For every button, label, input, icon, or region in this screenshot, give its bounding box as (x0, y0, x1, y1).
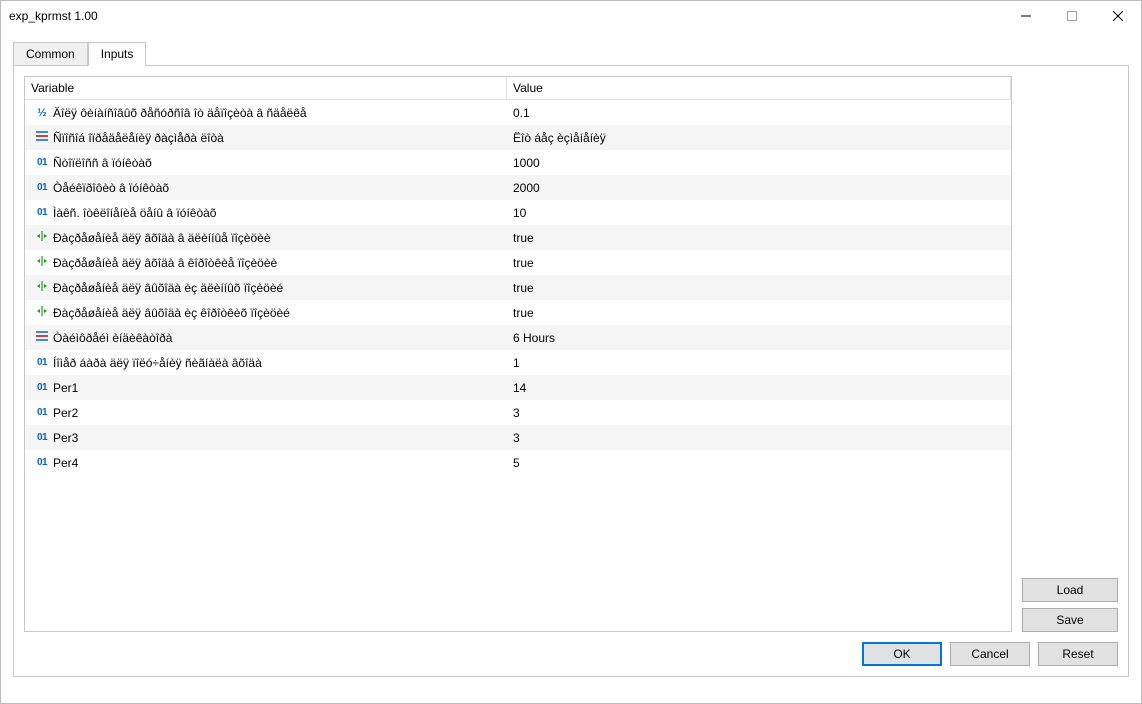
variable-value[interactable]: 6 Hours (513, 331, 555, 345)
variable-name: Òåéêïðîôèò â ïóíêòàõ (53, 181, 169, 195)
variable-name: Per2 (53, 406, 78, 420)
integer-icon: 01 (37, 432, 47, 443)
variable-value[interactable]: true (513, 281, 534, 295)
variable-value[interactable]: true (513, 256, 534, 270)
variable-name: Per4 (53, 456, 78, 470)
variable-name: Ìàêñ. îòêëîíåíèå öåíû â ïóíêòàõ (53, 206, 216, 220)
variable-name: Ñòîïëîññ â ïóíêòàõ (53, 156, 152, 170)
titlebar: exp_kprmst 1.00 (1, 1, 1141, 31)
window-controls (1003, 1, 1141, 31)
table-row[interactable]: 01 Per2 3 (25, 400, 1011, 425)
footer-buttons: OK Cancel Reset (24, 642, 1118, 666)
boolean-icon (36, 280, 48, 295)
window-title: exp_kprmst 1.00 (9, 9, 98, 23)
variable-value[interactable]: 14 (513, 381, 526, 395)
integer-icon: 01 (37, 407, 47, 418)
boolean-icon (36, 230, 48, 245)
variable-value[interactable]: true (513, 306, 534, 320)
tab-panel: Variable Value ½ Äîëÿ ôèíàíñîâûõ ðåñóðñîâ… (13, 65, 1129, 677)
variable-value[interactable]: 5 (513, 456, 520, 470)
integer-icon: 01 (37, 382, 47, 393)
tab-inputs[interactable]: Inputs (88, 42, 147, 66)
variable-name: Ðàçðåøåíèå äëÿ âõîäà â äëèííûå ïîçèöèè (53, 231, 271, 245)
variable-name: Per3 (53, 431, 78, 445)
table-row[interactable]: 01 Òåéêïðîôèò â ïóíêòàõ 2000 (25, 175, 1011, 200)
table-row[interactable]: 01 Íîìåð áàðà äëÿ ïîëó÷åíèÿ ñèãíàëà âõîäà… (25, 350, 1011, 375)
variable-name: Òàéìôðåéì èíäèêàòîðà (53, 331, 172, 345)
tab-common[interactable]: Common (13, 42, 88, 66)
integer-icon: 01 (37, 157, 47, 168)
table-row[interactable]: 01 Per1 14 (25, 375, 1011, 400)
variable-value[interactable]: 1 (513, 356, 520, 370)
variable-name: Ðàçðåøåíèå äëÿ âõîäà â êîðîòêèå ïîçèöèè (53, 256, 277, 270)
enum-icon (36, 331, 48, 344)
variable-name: Ðàçðåøåíèå äëÿ âûõîäà èç êîðîòêèõ ïîçèöè… (53, 306, 290, 320)
variable-value[interactable]: 3 (513, 431, 520, 445)
table-row[interactable]: Ðàçðåøåíèå äëÿ âõîäà â êîðîòêèå ïîçèöèè t… (25, 250, 1011, 275)
variable-value[interactable]: 0.1 (513, 106, 530, 120)
content: Common Inputs Variable Value ½ Äîëÿ ôèíàí… (1, 31, 1141, 689)
table-row[interactable]: 01 Per4 5 (25, 450, 1011, 475)
table-body: ½ Äîëÿ ôèíàíñîâûõ ðåñóðñîâ îò äåïîçèòà â … (25, 100, 1011, 475)
variable-value[interactable]: 2000 (513, 181, 540, 195)
integer-icon: 01 (37, 182, 47, 193)
variable-name: Ðàçðåøåíèå äëÿ âûõîäà èç äëèííûõ ïîçèöèé (53, 281, 283, 295)
boolean-icon (36, 255, 48, 270)
close-button[interactable] (1095, 1, 1141, 31)
table-header: Variable Value (25, 77, 1011, 100)
save-button[interactable]: Save (1022, 608, 1118, 632)
cancel-button[interactable]: Cancel (950, 642, 1030, 666)
enum-icon (36, 131, 48, 144)
table-row[interactable]: 01 Ñòîïëîññ â ïóíêòàõ 1000 (25, 150, 1011, 175)
reset-button[interactable]: Reset (1038, 642, 1118, 666)
table-row[interactable]: Ðàçðåøåíèå äëÿ âûõîäà èç êîðîòêèõ ïîçèöè… (25, 300, 1011, 325)
inputs-table: Variable Value ½ Äîëÿ ôèíàíñîâûõ ðåñóðñîâ… (24, 76, 1012, 632)
integer-icon: 01 (37, 357, 47, 368)
variable-value[interactable]: 3 (513, 406, 520, 420)
side-buttons: Load Save (1022, 578, 1118, 632)
column-value[interactable]: Value (507, 77, 1011, 99)
variable-value[interactable]: 1000 (513, 156, 540, 170)
load-button[interactable]: Load (1022, 578, 1118, 602)
variable-value[interactable]: true (513, 231, 534, 245)
column-variable[interactable]: Variable (25, 77, 507, 99)
variable-name: Äîëÿ ôèíàíñîâûõ ðåñóðñîâ îò äåïîçèòà â ñ… (53, 106, 307, 120)
table-row[interactable]: Ðàçðåøåíèå äëÿ âõîäà â äëèííûå ïîçèöèè tr… (25, 225, 1011, 250)
variable-name: Íîìåð áàðà äëÿ ïîëó÷åíèÿ ñèãíàëà âõîäà (53, 356, 262, 370)
variable-name: Ñïîñîá îïðåäåëåíèÿ ðàçìåðà ëîòà (53, 131, 224, 145)
table-row[interactable]: Ñïîñîá îïðåäåëåíèÿ ðàçìåðà ëîòà Ëîò áåç è… (25, 125, 1011, 150)
integer-icon: 01 (37, 457, 47, 468)
fraction-icon: ½ (37, 107, 46, 119)
variable-name: Per1 (53, 381, 78, 395)
minimize-button[interactable] (1003, 1, 1049, 31)
table-row[interactable]: 01 Ìàêñ. îòêëîíåíèå öåíû â ïóíêòàõ 10 (25, 200, 1011, 225)
ok-button[interactable]: OK (862, 642, 942, 666)
variable-value[interactable]: Ëîò áåç èçìåíåíèÿ (513, 131, 606, 145)
table-row[interactable]: ½ Äîëÿ ôèíàíñîâûõ ðåñóðñîâ îò äåïîçèòà â … (25, 100, 1011, 125)
table-row[interactable]: Ðàçðåøåíèå äëÿ âûõîäà èç äëèííûõ ïîçèöèé… (25, 275, 1011, 300)
maximize-button[interactable] (1049, 1, 1095, 31)
table-row[interactable]: Òàéìôðåéì èíäèêàòîðà 6 Hours (25, 325, 1011, 350)
tabstrip: Common Inputs (13, 41, 1129, 65)
table-row[interactable]: 01 Per3 3 (25, 425, 1011, 450)
variable-value[interactable]: 10 (513, 206, 526, 220)
integer-icon: 01 (37, 207, 47, 218)
boolean-icon (36, 305, 48, 320)
